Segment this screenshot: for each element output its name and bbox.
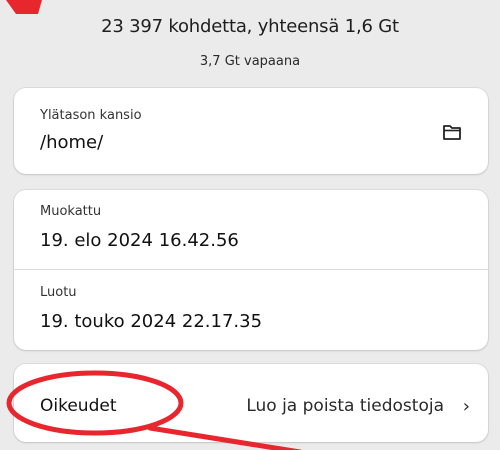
annotation-arrow-top [6, 0, 42, 14]
summary-free-space: 3,7 Gt vapaana [199, 54, 301, 69]
permissions-row[interactable]: Oikeudet Luo ja poista tiedostoja › [14, 364, 488, 442]
properties-panel: 23 397 kohdetta, yhteensä 1,6 Gt 3,7 Gt … [0, 0, 500, 450]
dates-card: Muokattu 19. elo 2024 16.42.56 Luotu 19.… [14, 190, 488, 350]
chevron-right-icon: › [462, 396, 470, 417]
open-folder-button[interactable] [438, 118, 466, 146]
parent-folder-label: Ylätason kansio [40, 108, 142, 123]
divider [14, 269, 488, 270]
folder-icon [443, 125, 461, 140]
summary-items-text: 23 397 kohdetta, yhteensä 1,6 Gt [101, 16, 399, 37]
permissions-label: Oikeudet [40, 396, 117, 416]
created-label: Luotu [40, 285, 77, 300]
created-value: 19. touko 2024 22.17.35 [40, 311, 263, 332]
parent-folder-card: Ylätason kansio /home/ [14, 88, 488, 174]
modified-value: 19. elo 2024 16.42.56 [40, 230, 239, 251]
parent-folder-value: /home/ [40, 132, 104, 153]
modified-label: Muokattu [40, 204, 102, 219]
permissions-value: Luo ja poista tiedostoja [246, 396, 444, 416]
